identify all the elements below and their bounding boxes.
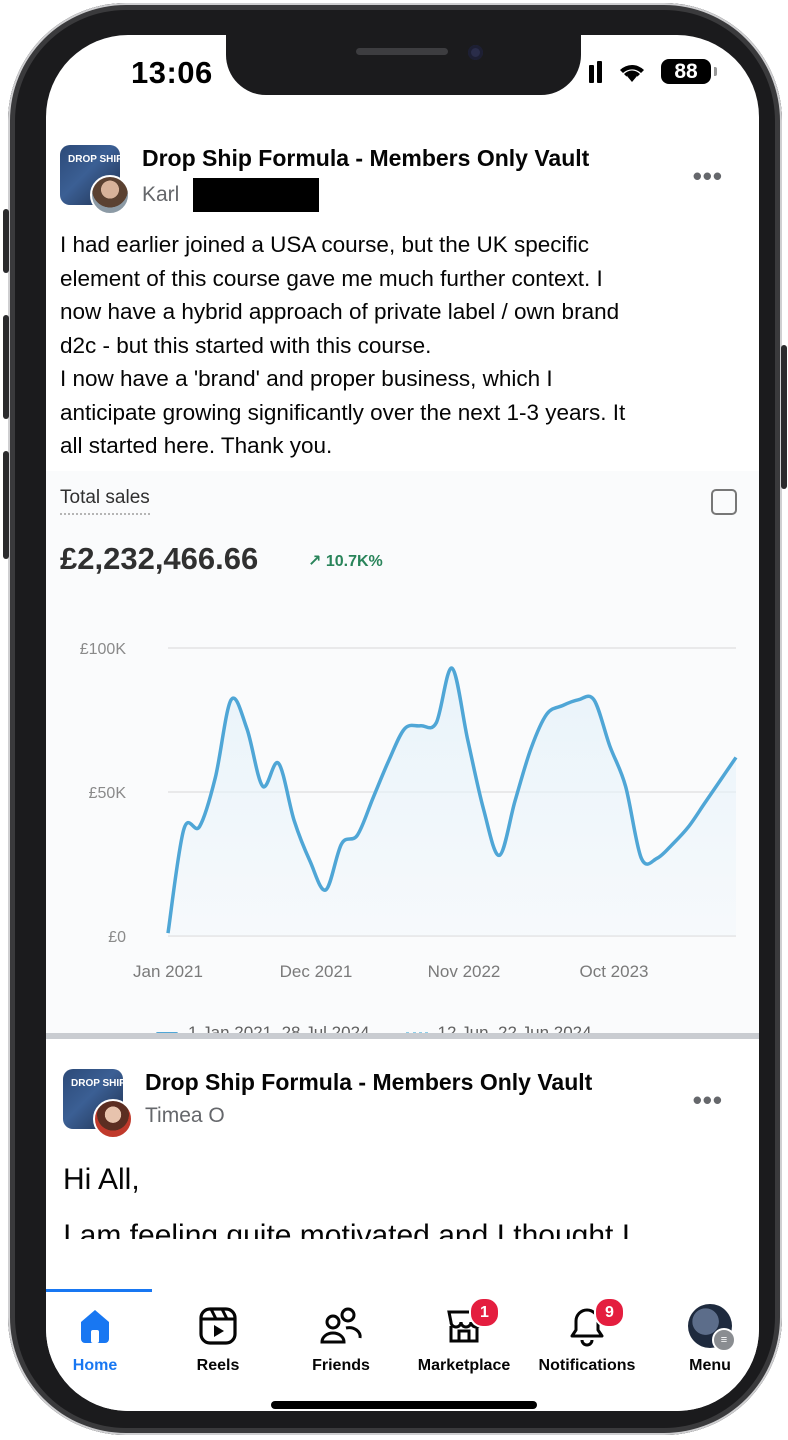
front-camera: [468, 45, 483, 60]
tab-label: Notifications: [538, 1357, 636, 1374]
friends-icon: [286, 1305, 396, 1347]
group-name[interactable]: Drop Ship Formula - Members Only Vault: [145, 1069, 592, 1096]
author-name[interactable]: Karl: [142, 183, 179, 207]
author-avatar[interactable]: [90, 175, 130, 215]
tab-reels[interactable]: Reels: [163, 1305, 273, 1375]
tab-label: Marketplace: [417, 1357, 511, 1374]
tab-label: Friends: [312, 1357, 370, 1374]
x-tick-label: Oct 2023: [580, 962, 649, 981]
thumbnail-text: DROP SHIP: [71, 1078, 123, 1089]
post-text-line: element of this course gave me much furt…: [60, 265, 603, 291]
tab-menu[interactable]: ≡ Menu: [655, 1304, 759, 1375]
marketplace-badge: 1: [469, 1297, 500, 1328]
profile-avatar-icon: ≡: [655, 1304, 759, 1352]
power-button: [781, 345, 787, 489]
group-avatar[interactable]: DROP SHIP: [63, 1069, 133, 1139]
thumbnail-text: DROP SHIP: [68, 154, 120, 165]
post-text-line-cut: I am feeling quite motivated and I thoug…: [63, 1221, 631, 1239]
status-icons: 88: [589, 59, 717, 84]
tab-home[interactable]: Home: [46, 1305, 150, 1375]
notch: [226, 35, 581, 95]
post-text-line: d2c - but this started with this course.: [60, 332, 432, 358]
series-area-fill: [168, 668, 736, 936]
tab-marketplace[interactable]: 1 Marketplace: [409, 1297, 519, 1375]
screen: 13:06 88 DROP SHIP Drop Ship Formula - M…: [46, 35, 759, 1411]
y-tick-label: £50K: [89, 785, 127, 802]
more-options-button[interactable]: •••: [693, 161, 723, 192]
post-text-line: all started here. Thank you.: [60, 433, 333, 458]
post-greeting: Hi All,: [63, 1163, 140, 1196]
menu-lines-icon: ≡: [712, 1328, 736, 1352]
tab-friends[interactable]: Friends: [286, 1305, 396, 1375]
home-icon: [46, 1305, 150, 1347]
tab-label: Reels: [196, 1357, 240, 1374]
author-name[interactable]: Timea O: [145, 1104, 225, 1128]
post-text-line: now have a hybrid approach of private la…: [60, 299, 620, 324]
tab-label: Menu: [689, 1357, 731, 1374]
x-tick-label: Dec 2021: [280, 962, 353, 981]
post-text-line: I had earlier joined a USA course, but t…: [60, 232, 590, 257]
volume-up-button: [3, 315, 9, 419]
post-body: I had earlier joined a USA course, but t…: [60, 228, 740, 463]
x-tick-label: Jan 2021: [133, 962, 203, 981]
silent-switch: [3, 209, 9, 273]
bell-icon: 9: [532, 1297, 642, 1347]
notifications-badge: 9: [594, 1297, 625, 1328]
x-tick-label: Nov 2022: [428, 962, 501, 981]
marketplace-icon: 1: [409, 1297, 519, 1347]
post-header: DROP SHIP Drop Ship Formula - Members On…: [63, 1069, 592, 1139]
post-separator: [46, 1033, 759, 1039]
sales-line-chart: £100K £50K £0 Jan 2021 Dec 2021 Nov 2022 Oct 2…: [80, 641, 738, 981]
y-tick-label: £100K: [80, 641, 127, 658]
author-avatar[interactable]: [93, 1099, 133, 1139]
bottom-tab-bar: Home Reels Friends 1 Marketplace 9 Notif…: [46, 1287, 759, 1411]
signal-icon: [589, 60, 602, 83]
volume-down-button: [3, 451, 9, 559]
tab-notifications[interactable]: 9 Notifications: [532, 1297, 642, 1375]
sales-chart-image[interactable]: Total sales £2,232,466.66 ↗ 10.7K% £100K…: [46, 471, 759, 1042]
phone-frame: 13:06 88 DROP SHIP Drop Ship Formula - M…: [3, 3, 787, 1435]
post-text-line: I now have a 'brand' and proper business…: [60, 366, 553, 391]
post-header: DROP SHIP Drop Ship Formula - Members On…: [60, 145, 589, 215]
y-tick-label: £0: [108, 929, 126, 946]
active-tab-indicator: [46, 1289, 152, 1292]
group-avatar[interactable]: DROP SHIP: [60, 145, 130, 215]
post-text-line: anticipate growing significantly over th…: [60, 399, 626, 425]
redaction-bar: [193, 178, 320, 212]
reels-icon: [163, 1305, 273, 1347]
group-name[interactable]: Drop Ship Formula - Members Only Vault: [142, 145, 589, 172]
home-indicator: [271, 1401, 537, 1409]
status-time: 13:06: [131, 55, 213, 90]
wifi-icon: [620, 64, 644, 82]
battery-indicator: 88: [661, 59, 717, 84]
menu-avatar: ≡: [688, 1304, 736, 1352]
speaker-grille: [356, 48, 448, 55]
tab-label: Home: [72, 1357, 118, 1374]
more-options-button[interactable]: •••: [693, 1085, 723, 1116]
